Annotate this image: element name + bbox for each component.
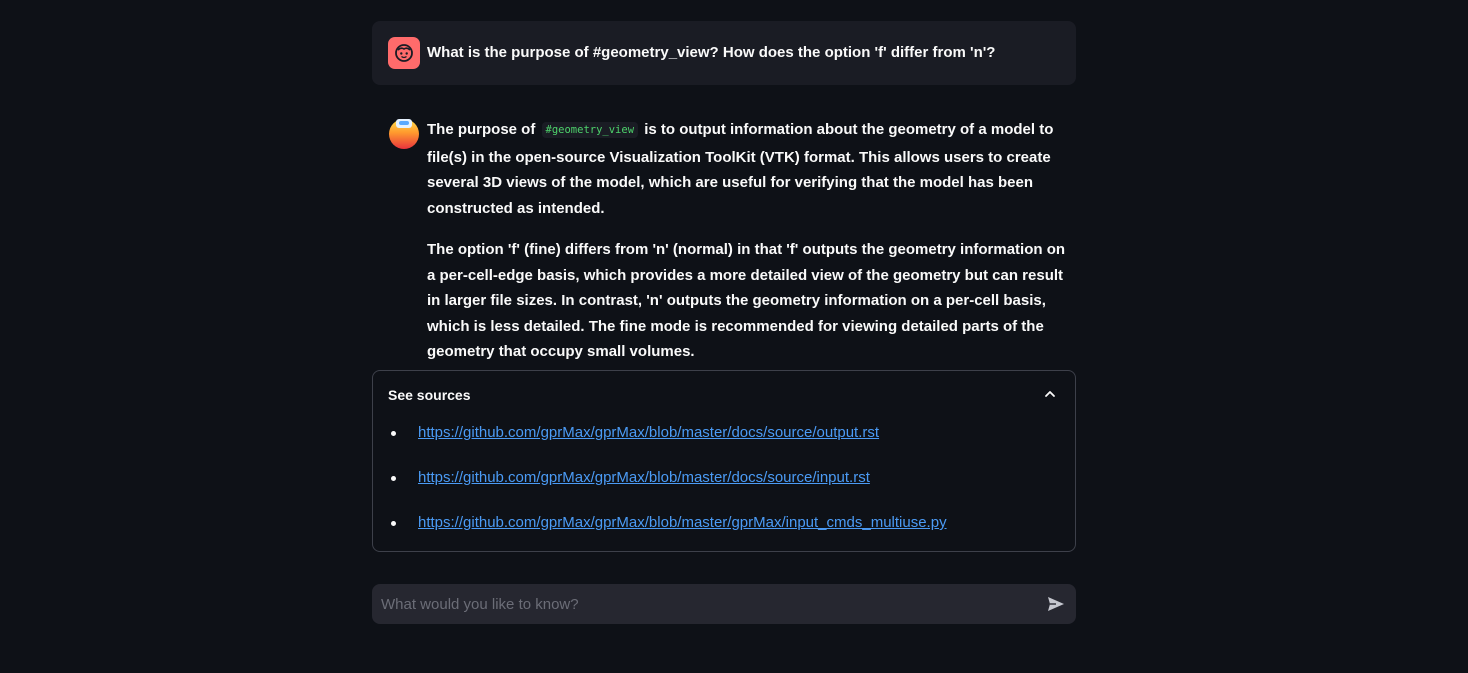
- sources-title[interactable]: See sources: [388, 385, 471, 405]
- inline-code: #geometry_view: [541, 122, 639, 138]
- user-message: What is the purpose of #geometry_view? H…: [372, 21, 1076, 85]
- chat-input-bar: [372, 584, 1076, 624]
- source-link[interactable]: https://github.com/gprMax/gprMax/blob/ma…: [418, 514, 947, 531]
- source-list: https://github.com/gprMax/gprMax/blob/ma…: [388, 421, 947, 556]
- bullet: [391, 521, 396, 526]
- bullet: [391, 431, 396, 436]
- user-face-icon: [388, 37, 420, 69]
- sources-expander: See sources https://github.com/gprMax/gp…: [372, 370, 1076, 552]
- chevron-up-icon[interactable]: [1043, 387, 1057, 401]
- assistant-message-body: The purpose of #geometry_view is to outp…: [427, 117, 1077, 381]
- assistant-text: The purpose of: [427, 121, 536, 138]
- assistant-paragraph-1: The purpose of #geometry_view is to outp…: [427, 117, 1077, 221]
- assistant-paragraph-2: The option 'f' (fine) differs from 'n' (…: [427, 241, 1066, 360]
- user-message-text: What is the purpose of #geometry_view? H…: [427, 44, 996, 61]
- robot-avatar-icon: [388, 117, 420, 149]
- list-item: https://github.com/gprMax/gprMax/blob/ma…: [388, 421, 947, 466]
- list-item: https://github.com/gprMax/gprMax/blob/ma…: [388, 466, 947, 511]
- source-link[interactable]: https://github.com/gprMax/gprMax/blob/ma…: [418, 469, 870, 486]
- bullet: [391, 476, 396, 481]
- source-link[interactable]: https://github.com/gprMax/gprMax/blob/ma…: [418, 424, 879, 441]
- list-item: https://github.com/gprMax/gprMax/blob/ma…: [388, 511, 947, 556]
- send-icon[interactable]: [1046, 594, 1066, 614]
- chat-input[interactable]: [372, 584, 1022, 624]
